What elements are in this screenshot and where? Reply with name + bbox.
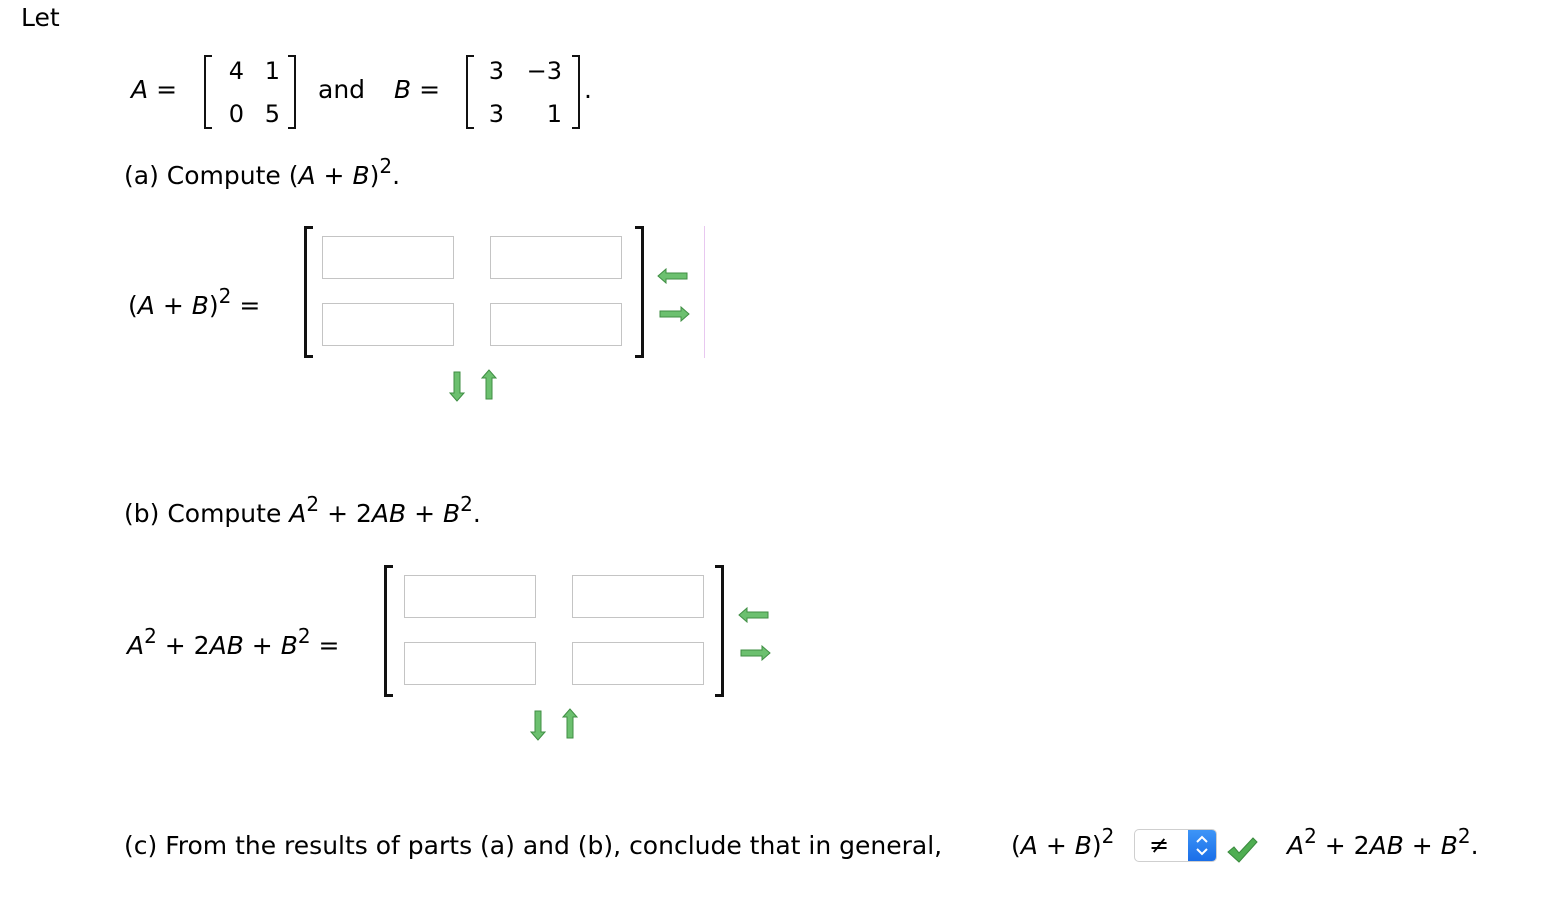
remove-row-arrow-icon[interactable] xyxy=(480,369,498,407)
divider-line xyxy=(704,226,705,358)
left-bracket xyxy=(304,226,313,358)
and-text: and xyxy=(318,75,366,104)
correct-checkmark-icon xyxy=(1226,836,1258,870)
part-b-answer-matrix xyxy=(384,565,724,697)
matrix-a: 4 1 0 5 xyxy=(204,55,296,129)
part-a-answer-matrix xyxy=(304,226,644,358)
part-a-input-r2c2[interactable] xyxy=(490,303,622,346)
part-c-rhs: A2 + 2AB + B2. xyxy=(1287,824,1479,860)
period: . xyxy=(584,75,592,104)
left-bracket xyxy=(204,55,212,129)
matrix-a-cell: 0 xyxy=(228,100,244,128)
part-c-lhs: (A + B)2 xyxy=(1011,824,1115,860)
part-b-input-r1c2[interactable] xyxy=(572,575,704,618)
right-bracket xyxy=(715,565,724,697)
add-column-arrow-icon[interactable] xyxy=(658,299,690,328)
select-stepper-icon[interactable] xyxy=(1188,830,1216,861)
matrix-a-label: A = xyxy=(131,75,178,104)
remove-row-arrow-icon[interactable] xyxy=(561,708,579,746)
matrix-b: 3 −3 3 1 xyxy=(466,55,580,129)
relation-select[interactable]: ≠ xyxy=(1134,829,1217,862)
add-row-arrow-icon[interactable] xyxy=(529,709,547,747)
part-c-prompt: (c) From the results of parts (a) and (b… xyxy=(124,831,943,860)
part-a-input-r2c1[interactable] xyxy=(322,303,454,346)
part-a-input-r1c2[interactable] xyxy=(490,236,622,279)
matrix-a-cell: 4 xyxy=(228,57,244,85)
left-bracket xyxy=(384,565,393,697)
right-bracket xyxy=(635,226,644,358)
matrix-a-cell: 1 xyxy=(264,57,280,85)
right-bracket xyxy=(572,55,580,129)
matrix-b-cell: 3 xyxy=(488,100,504,128)
matrix-a-cell: 5 xyxy=(264,100,280,128)
part-b-input-r2c2[interactable] xyxy=(572,642,704,685)
add-column-arrow-icon[interactable] xyxy=(739,638,771,667)
relation-select-value: ≠ xyxy=(1149,831,1170,859)
part-a-prompt: (a) Compute (A + B)2. xyxy=(124,154,401,190)
right-bracket xyxy=(288,55,296,129)
part-b-input-r2c1[interactable] xyxy=(404,642,536,685)
part-b-lhs: A2 + 2AB + B2 = xyxy=(127,624,340,660)
matrix-b-cell: 1 xyxy=(546,100,562,128)
part-b-input-r1c1[interactable] xyxy=(404,575,536,618)
part-a-input-r1c1[interactable] xyxy=(322,236,454,279)
remove-column-arrow-icon[interactable] xyxy=(657,261,689,290)
part-a-lhs: (A + B)2 = xyxy=(128,284,261,320)
matrix-b-cell: 3 xyxy=(488,57,504,85)
matrix-b-label: B = xyxy=(394,75,441,104)
part-b-prompt: (b) Compute A2 + 2AB + B2. xyxy=(124,492,481,528)
remove-column-arrow-icon[interactable] xyxy=(738,600,770,629)
left-bracket xyxy=(466,55,474,129)
matrix-b-cell: −3 xyxy=(526,57,562,85)
add-row-arrow-icon[interactable] xyxy=(448,370,466,408)
intro-text: Let xyxy=(21,3,60,32)
